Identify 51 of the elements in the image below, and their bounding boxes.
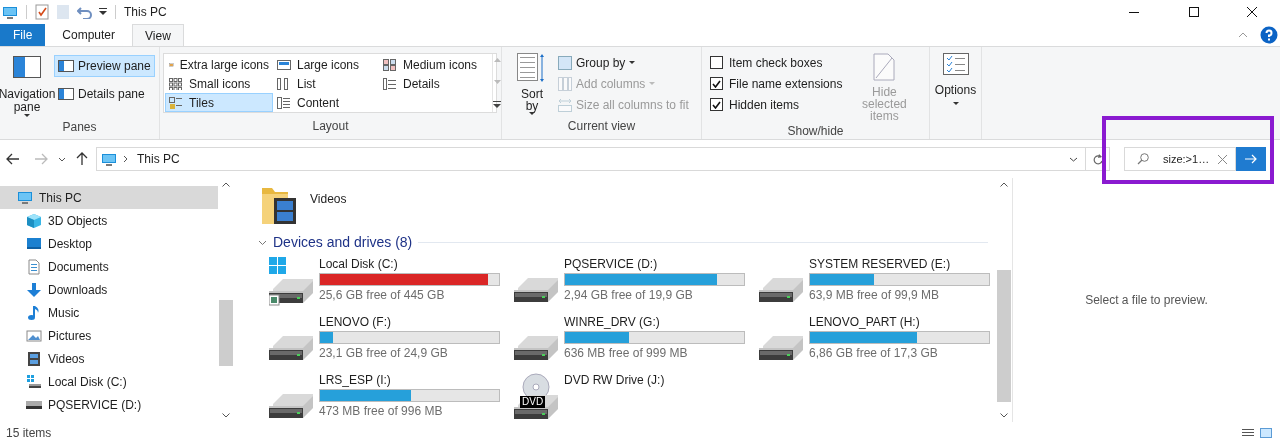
ribbon-tab[interactable]: Computer [45,24,133,46]
group-label: Show/hide [786,123,845,140]
layout-option[interactable]: Tiles [165,93,273,112]
sidebar-item[interactable]: This PC [0,186,218,209]
checkbox-option[interactable]: Hidden items [710,95,843,114]
breadcrumb-item[interactable]: This PC [137,150,180,168]
group-label: Current view [566,118,637,135]
sidebar-item[interactable]: Music [0,301,218,324]
layout-option[interactable]: Large icons [273,55,379,74]
drive-tile[interactable]: LENOVO_PART (H:) 6,86 GB free of 17,3 GB [759,313,984,371]
ribbon-tab[interactable]: File [0,24,46,46]
preview-message: Select a file to preview. [1085,292,1208,309]
sidebar-item[interactable]: Videos [0,347,218,370]
checkbox-option[interactable]: Item check boxes [710,53,843,72]
view-command[interactable]: Group by [558,53,689,72]
drive-tile[interactable]: WINRE_DRV (G:) 636 MB free of 999 MB [514,313,759,371]
sidebar-item[interactable]: Pictures [0,324,218,347]
layout-option[interactable]: List [273,74,379,93]
group-label: Panes [61,119,98,136]
sidebar-item[interactable]: 3D Objects [0,209,218,232]
drive-badge: DVD [520,396,546,408]
search-field[interactable]: size:>1… [1124,147,1236,171]
window-title: This PC [124,4,167,21]
group-label: Layout [311,118,350,135]
address-bar[interactable]: This PC [96,147,1086,171]
ribbon-tab[interactable]: View [132,24,184,46]
pane-toggle[interactable]: Details pane [54,83,155,105]
layout-option[interactable]: Content [273,93,379,112]
drive-tile[interactable]: SYSTEM RESERVED (E:) 63,9 MB free of 99,9 MB [759,255,984,313]
folder-tile[interactable]: Videos [258,184,996,226]
options-button[interactable]: Options [930,53,981,139]
section-header[interactable]: Devices and drives (8) [258,232,413,253]
sidebar-item[interactable]: Desktop [0,232,218,255]
status-text: 15 items [5,425,52,442]
sidebar-item[interactable]: Documents [0,255,218,278]
pane-toggle[interactable]: Preview pane [54,55,155,77]
sidebar-item[interactable]: Local Disk (C:) [0,370,218,393]
layout-option[interactable]: Small icons [165,74,273,93]
navigation-pane-button[interactable]: Navigation pane [0,53,54,118]
checkbox-option[interactable]: File name extensions [710,74,843,93]
sidebar-item[interactable]: PQSERVICE (D:) [0,393,218,416]
sort-by-button[interactable]: Sort by [510,53,554,117]
layout-option[interactable]: Extra large icons [165,55,273,74]
drive-tile[interactable]: Local Disk (C:) 25,6 GB free of 445 GB [269,255,514,313]
layout-option[interactable]: Medium icons [379,55,491,74]
drive-tile[interactable]: PQSERVICE (D:) 2,94 GB free of 19,9 GB [514,255,759,313]
drive-tile[interactable]: LENOVO (F:) 23,1 GB free of 24,9 GB [269,313,514,371]
layout-option[interactable]: Details [379,74,491,93]
drive-tile[interactable]: DVD DVD RW Drive (J:) [514,371,759,429]
drive-tile[interactable]: LRS_ESP (I:) 473 MB free of 996 MB [269,371,514,429]
sidebar-item[interactable]: Downloads [0,278,218,301]
